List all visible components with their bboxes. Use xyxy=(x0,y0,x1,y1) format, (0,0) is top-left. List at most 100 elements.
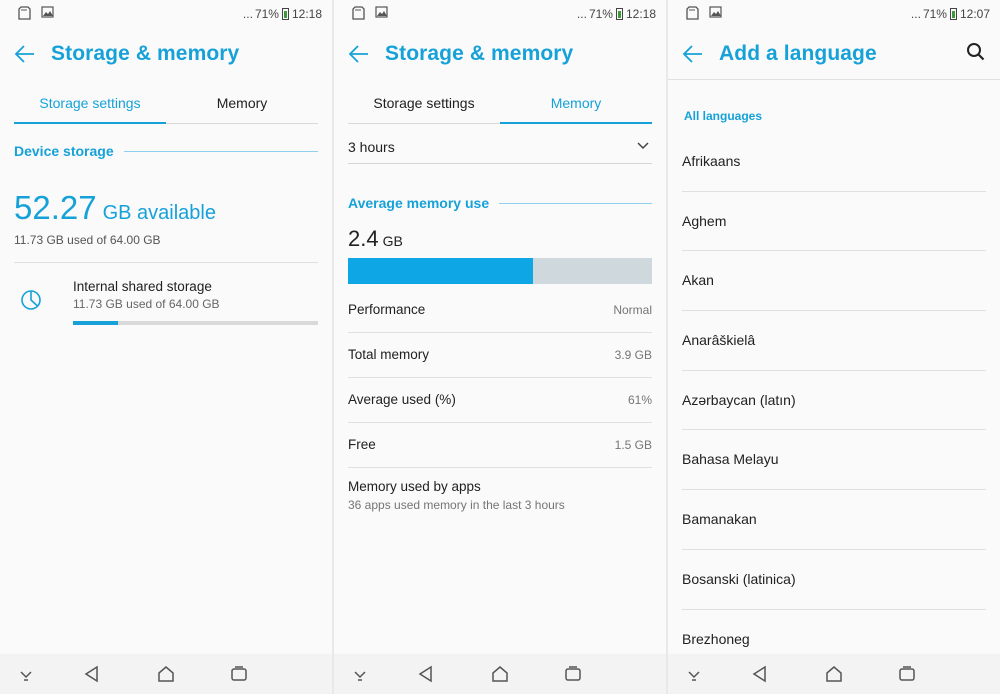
stat-label: Performance xyxy=(348,302,426,317)
back-nav-icon[interactable] xyxy=(750,664,770,684)
period-selected: 3 hours xyxy=(348,139,395,155)
stat-label: Total memory xyxy=(348,347,430,362)
recents-nav-icon[interactable] xyxy=(563,664,583,684)
internal-storage-item[interactable]: Internal shared storage 11.73 GB used of… xyxy=(14,270,318,330)
recents-nav-icon[interactable] xyxy=(897,664,917,684)
search-icon[interactable] xyxy=(964,40,988,64)
apps-item-title: Memory used by apps xyxy=(348,479,481,494)
section-header: Device storage xyxy=(14,143,318,159)
average-memory-unit: GB xyxy=(382,233,403,249)
stat-row-free: Free 1.5 GB xyxy=(348,423,652,468)
available-number: 52.27 xyxy=(14,189,97,226)
available-unit: GB available xyxy=(102,202,216,224)
stat-value: 3.9 GB xyxy=(614,348,652,362)
stat-row-average-used: Average used (%) 61% xyxy=(348,378,652,423)
tab-bar: Storage settings Memory xyxy=(14,86,318,124)
image-icon xyxy=(375,6,388,18)
section-title: Device storage xyxy=(14,143,114,159)
status-bar: ... 71% 12:18 xyxy=(0,0,332,28)
back-arrow-icon[interactable] xyxy=(680,41,706,67)
tab-memory[interactable]: Memory xyxy=(166,86,318,123)
status-time: 12:18 xyxy=(625,7,656,21)
back-nav-icon[interactable] xyxy=(82,664,102,684)
status-time: 12:07 xyxy=(959,7,990,21)
section-title: All languages xyxy=(684,109,763,123)
image-icon xyxy=(709,6,722,18)
language-item[interactable]: Aghem xyxy=(682,192,986,252)
internal-storage-title: Internal shared storage xyxy=(73,279,212,294)
status-bar: ... 71% 12:18 xyxy=(334,0,666,28)
average-memory-number: 2.4 xyxy=(348,226,379,251)
internal-storage-subtitle: 11.73 GB used of 64.00 GB xyxy=(73,297,220,311)
language-item[interactable]: Akan xyxy=(682,251,986,312)
available-storage: 52.27 GB available xyxy=(14,189,216,227)
back-arrow-icon[interactable] xyxy=(12,41,38,67)
battery-icon xyxy=(949,8,957,20)
back-nav-icon[interactable] xyxy=(416,664,436,684)
page-title: Add a language xyxy=(719,42,877,65)
nav-bar xyxy=(334,654,666,694)
nav-bar xyxy=(668,654,1000,694)
battery-icon xyxy=(615,8,623,20)
storage-settings-screen: ... 71% 12:18 Storage & memory Storage s… xyxy=(0,0,332,694)
app-bar-divider xyxy=(668,79,1000,80)
recents-nav-icon[interactable] xyxy=(229,664,249,684)
back-arrow-icon[interactable] xyxy=(346,41,372,67)
image-icon xyxy=(41,6,54,18)
tab-storage-settings[interactable]: Storage settings xyxy=(14,86,166,124)
status-dots: ... xyxy=(242,7,253,21)
language-item[interactable]: Bosanski (latinica) xyxy=(682,550,986,610)
section-divider xyxy=(499,202,652,204)
home-nav-icon[interactable] xyxy=(824,664,844,684)
home-nav-icon[interactable] xyxy=(490,664,510,684)
add-language-screen: ... 71% 12:07 Add a language All languag… xyxy=(668,0,1000,694)
memory-used-by-apps-item[interactable]: Memory used by apps 36 apps used memory … xyxy=(348,470,652,516)
tab-memory[interactable]: Memory xyxy=(500,86,652,124)
hide-nav-icon[interactable] xyxy=(350,664,370,684)
language-item[interactable]: Bamanakan xyxy=(682,490,986,550)
apps-item-subtitle: 36 apps used memory in the last 3 hours xyxy=(348,498,565,512)
battery-percent: 71% xyxy=(254,7,279,21)
section-divider xyxy=(123,150,318,152)
status-time: 12:18 xyxy=(291,7,322,21)
language-item[interactable]: Anarâškielâ xyxy=(682,311,986,371)
memory-usage-bar-fill xyxy=(348,258,534,284)
period-dropdown[interactable]: 3 hours xyxy=(348,130,652,164)
internal-storage-bar xyxy=(73,321,318,325)
divider xyxy=(14,262,318,263)
battery-icon xyxy=(281,8,289,20)
battery-percent: 71% xyxy=(922,7,947,21)
stat-label: Average used (%) xyxy=(348,392,456,407)
memory-screen: ... 71% 12:18 Storage & memory Storage s… xyxy=(334,0,666,694)
stat-value: 61% xyxy=(627,393,652,407)
language-item[interactable]: Afrikaans xyxy=(682,132,986,192)
status-dots: ... xyxy=(576,7,587,21)
sd-card-icon xyxy=(18,6,31,20)
stat-row-performance: Performance Normal xyxy=(348,288,652,333)
status-dots: ... xyxy=(910,7,921,21)
chevron-down-icon xyxy=(637,142,649,150)
used-summary: 11.73 GB used of 64.00 GB xyxy=(14,233,161,247)
stat-row-total-memory: Total memory 3.9 GB xyxy=(348,333,652,378)
internal-storage-bar-fill xyxy=(73,321,118,325)
stat-value: Normal xyxy=(613,303,652,317)
app-bar: Storage & memory xyxy=(0,36,332,76)
hide-nav-icon[interactable] xyxy=(684,664,704,684)
tab-bar: Storage settings Memory xyxy=(348,86,652,124)
battery-percent: 71% xyxy=(588,7,613,21)
app-bar: Add a language xyxy=(668,36,1000,76)
app-bar: Storage & memory xyxy=(334,36,666,76)
stat-value: 1.5 GB xyxy=(614,438,652,452)
average-memory-value: 2.4 GB xyxy=(348,226,403,252)
language-list: Afrikaans Aghem Akan Anarâškielâ Azərbay… xyxy=(682,132,986,670)
status-bar: ... 71% 12:07 xyxy=(668,0,1000,28)
page-title: Storage & memory xyxy=(51,42,240,65)
section-title: Average memory use xyxy=(348,195,490,211)
tab-storage-settings[interactable]: Storage settings xyxy=(348,86,500,123)
section-header: Average memory use xyxy=(348,195,652,211)
hide-nav-icon[interactable] xyxy=(16,664,36,684)
home-nav-icon[interactable] xyxy=(156,664,176,684)
storage-pie-icon xyxy=(21,290,41,310)
language-item[interactable]: Azərbaycan (latın) xyxy=(682,371,986,431)
language-item[interactable]: Bahasa Melayu xyxy=(682,430,986,491)
